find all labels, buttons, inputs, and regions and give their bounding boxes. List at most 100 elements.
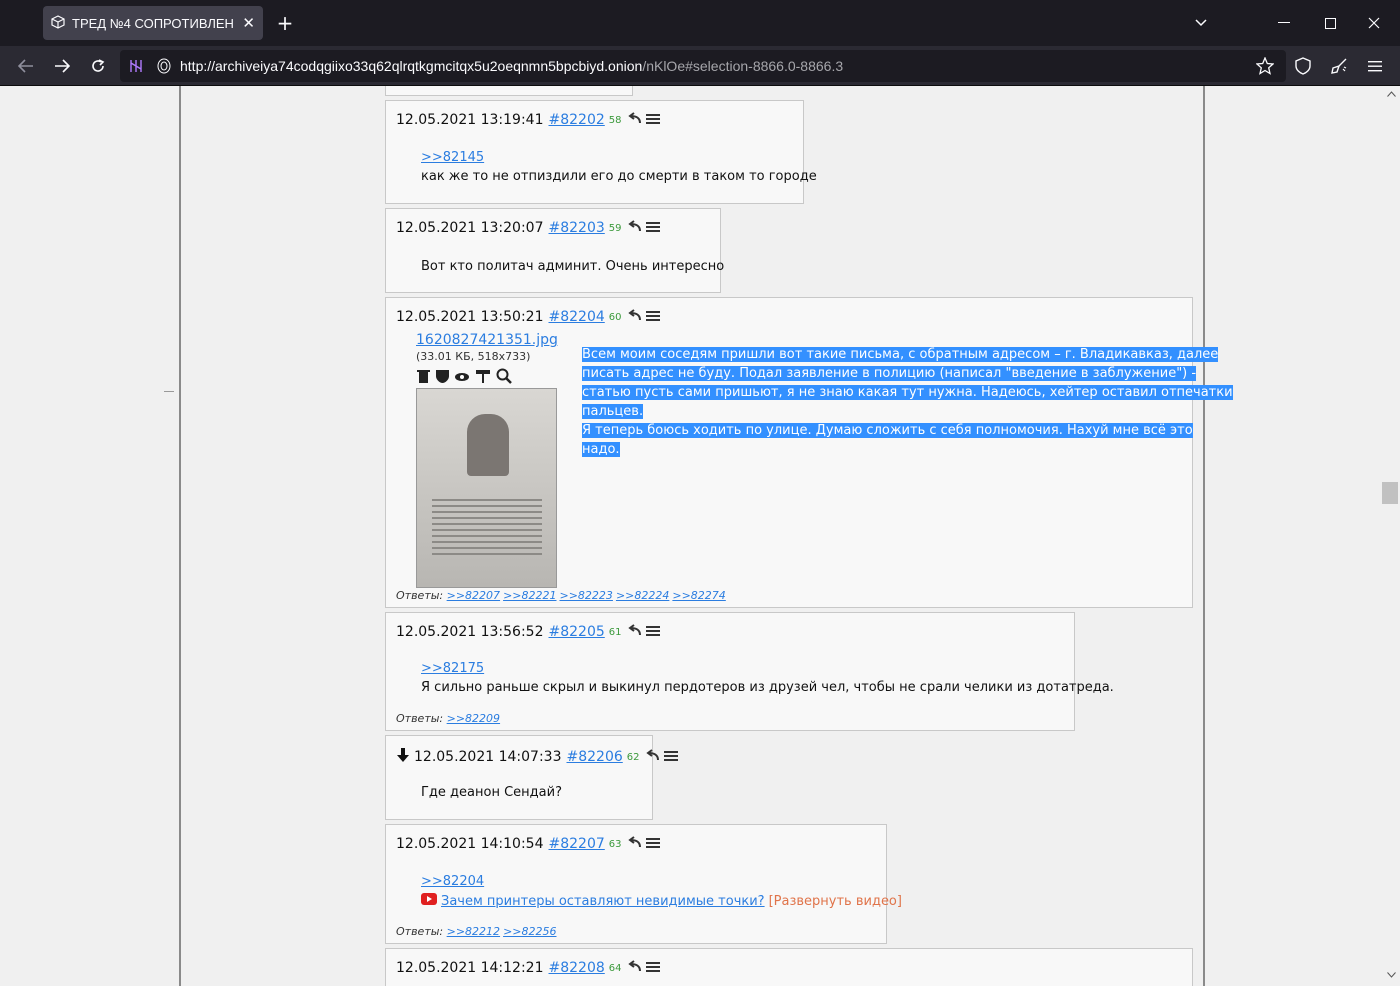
tab-bar: ТРЕД №4 СОПРОТИВЛЕНИЕ21 ✕ + <box>0 0 1400 46</box>
post-number-link[interactable]: #82203 <box>549 220 605 236</box>
post-menu-icon[interactable] <box>645 624 660 640</box>
reply-icon[interactable] <box>627 960 641 976</box>
file-info: (33.01 КБ, 518x733) <box>416 350 531 363</box>
window-close-icon[interactable] <box>1363 12 1385 34</box>
tor-circuit-icon[interactable] <box>126 56 146 76</box>
post-header: 12.05.2021 14:10:54 #82207 63 <box>396 836 660 852</box>
previous-post-edge <box>385 86 633 96</box>
post-text: Я сильно раньше скрыл и выкинул пердотер… <box>421 680 1114 695</box>
post-number-link[interactable]: #82206 <box>567 749 623 765</box>
reply-icon[interactable] <box>627 220 641 236</box>
quote-link[interactable]: >>82204 <box>421 874 484 889</box>
answers-list: Ответы: >>82212 >>82256 <box>396 925 560 938</box>
page-viewport[interactable]: 12.05.2021 13:19:41 #82202 58 >>82145 ка… <box>0 86 1400 986</box>
maximize-icon[interactable] <box>1319 12 1341 34</box>
expand-video-link[interactable]: [Развернуть видео] <box>769 894 902 909</box>
url-rest: /nKlOe#selection-8866.0-8866.3 <box>642 58 844 74</box>
reply-icon[interactable] <box>645 749 659 765</box>
scrollbar[interactable] <box>1383 86 1400 986</box>
post-number-link[interactable]: #82208 <box>549 960 605 976</box>
magnifier-icon[interactable] <box>496 368 513 388</box>
post-count: 58 <box>608 114 622 126</box>
answer-link[interactable]: >>82256 <box>503 925 556 938</box>
post-menu-icon[interactable] <box>645 836 660 852</box>
scroll-up-icon[interactable] <box>1387 91 1396 97</box>
post-menu-icon[interactable] <box>663 749 678 765</box>
file-link[interactable]: 1620827421351.jpg <box>416 332 558 348</box>
post-count: 59 <box>608 222 622 234</box>
post-date: 12.05.2021 14:07:33 <box>414 749 562 765</box>
plus-icon[interactable]: + <box>273 10 297 36</box>
post-number-link[interactable]: #82207 <box>549 836 605 852</box>
message-line: Я теперь боюсь ходить по улице. Думаю сл… <box>582 423 1193 438</box>
post-82205: 12.05.2021 13:56:52 #82205 61 >>82175 Я … <box>385 612 1114 731</box>
quote-link[interactable]: >>82175 <box>421 661 484 676</box>
shield-icon[interactable] <box>1292 55 1314 77</box>
shield-badge-icon[interactable] <box>435 368 450 388</box>
answer-link[interactable]: >>82207 <box>447 589 500 602</box>
reply-icon[interactable] <box>627 309 641 325</box>
post-count: 61 <box>608 626 622 638</box>
post-message: Всем моим соседям пришли вот такие письм… <box>582 345 1233 459</box>
post-82203: 12.05.2021 13:20:07 #82203 59 Вот кто по… <box>385 208 725 293</box>
message-line: надо. <box>582 442 620 457</box>
post-number-link[interactable]: #82205 <box>549 624 605 640</box>
post-text: Вот кто политач админит. Очень интересно <box>421 259 725 274</box>
post-82204: 12.05.2021 13:50:21 #82204 60 1620827421… <box>385 297 1233 608</box>
post-date: 12.05.2021 13:56:52 <box>396 624 544 640</box>
answer-link[interactable]: >>82212 <box>447 925 500 938</box>
post-menu-icon[interactable] <box>645 960 660 976</box>
active-tab[interactable]: ТРЕД №4 СОПРОТИВЛЕНИЕ21 ✕ <box>43 6 263 40</box>
post-menu-icon[interactable] <box>645 112 660 128</box>
cube-icon <box>51 14 65 32</box>
answer-link[interactable]: >>82274 <box>672 589 725 602</box>
reply-icon[interactable] <box>627 112 641 128</box>
reply-icon[interactable] <box>627 836 641 852</box>
post-header: 12.05.2021 14:07:33 #82206 62 <box>396 747 678 767</box>
back-icon[interactable] <box>14 54 38 78</box>
post-menu-icon[interactable] <box>645 309 660 325</box>
file-tools <box>416 368 513 388</box>
answer-link[interactable]: >>82221 <box>503 589 556 602</box>
youtube-icon <box>421 893 437 909</box>
answers-list: Ответы: >>82209 <box>396 712 503 725</box>
scroll-down-icon[interactable] <box>1387 972 1396 978</box>
post-number-link[interactable]: #82202 <box>549 112 605 128</box>
answers-label: Ответы: <box>396 712 444 725</box>
paint-roller-icon[interactable] <box>475 368 492 388</box>
answer-link[interactable]: >>82209 <box>447 712 500 725</box>
url-bar[interactable]: http://archiveiya74codqgiixo33q62qlrqtkg… <box>120 50 1286 82</box>
minimize-icon[interactable] <box>1273 12 1295 34</box>
reply-icon[interactable] <box>627 624 641 640</box>
post-82206: 12.05.2021 14:07:33 #82206 62 Где деанон… <box>385 735 678 820</box>
eye-icon[interactable] <box>454 368 471 388</box>
post-82208: 12.05.2021 14:12:21 #82208 64 <box>385 948 1193 986</box>
post-number-link[interactable]: #82204 <box>549 309 605 325</box>
post-header: 12.05.2021 13:19:41 #82202 58 <box>396 112 660 128</box>
post-header: 12.05.2021 13:56:52 #82205 61 <box>396 624 660 640</box>
answer-link[interactable]: >>82223 <box>560 589 613 602</box>
post-text: как же то не отпиздили его до смерти в т… <box>421 169 817 184</box>
chevron-down-icon[interactable] <box>1190 12 1212 34</box>
post-date: 12.05.2021 14:12:21 <box>396 960 544 976</box>
broom-icon[interactable] <box>1328 55 1350 77</box>
quote-link[interactable]: >>82145 <box>421 150 484 165</box>
reload-icon[interactable] <box>86 54 110 78</box>
fingerprint-icon[interactable] <box>154 56 174 76</box>
message-line: писать адрес не буду. Подал заявление в … <box>582 366 1197 381</box>
video-link[interactable]: Зачем принтеры оставляют невидимые точки… <box>441 894 765 909</box>
attached-image-thumbnail[interactable] <box>416 388 557 588</box>
video-row: Зачем принтеры оставляют невидимые точки… <box>421 893 902 909</box>
post-menu-icon[interactable] <box>645 220 660 236</box>
star-icon[interactable] <box>1254 55 1276 77</box>
forward-icon[interactable] <box>50 54 74 78</box>
post-header: 12.05.2021 13:20:07 #82203 59 <box>396 220 660 236</box>
hamburger-icon[interactable] <box>1364 55 1386 77</box>
trash-icon[interactable] <box>416 368 431 388</box>
post-text: Где деанон Сендай? <box>421 785 562 800</box>
answer-link[interactable]: >>82224 <box>616 589 669 602</box>
arrow-down-icon[interactable] <box>396 747 410 767</box>
close-icon[interactable]: ✕ <box>242 14 255 32</box>
tab-title: ТРЕД №4 СОПРОТИВЛЕНИЕ21 <box>72 15 235 31</box>
scrollbar-thumb[interactable] <box>1382 482 1398 504</box>
